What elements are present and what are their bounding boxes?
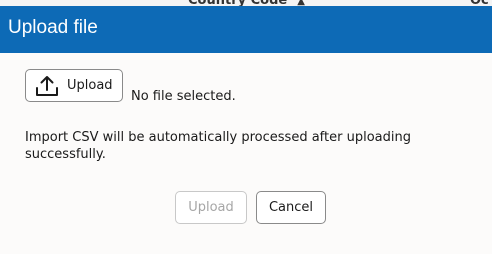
file-status-text: No file selected. xyxy=(131,89,236,104)
choose-file-button[interactable]: Upload xyxy=(25,69,123,102)
dialog-content: Upload No file selected. Import CSV will… xyxy=(0,53,492,254)
cancel-button[interactable]: Cancel xyxy=(256,191,326,224)
upload-file-dialog: Upload file Upload No file selected. Imp… xyxy=(0,6,492,254)
cancel-button-label: Cancel xyxy=(268,200,314,215)
dialog-title-bar: Upload file xyxy=(0,6,492,53)
choose-file-button-label: Upload xyxy=(67,78,113,93)
upload-button[interactable]: Upload xyxy=(175,191,247,224)
upload-button-label: Upload xyxy=(188,200,234,215)
import-info-text: Import CSV will be automatically process… xyxy=(25,130,411,162)
dialog-title: Upload file xyxy=(8,17,98,38)
upload-icon xyxy=(36,75,58,96)
